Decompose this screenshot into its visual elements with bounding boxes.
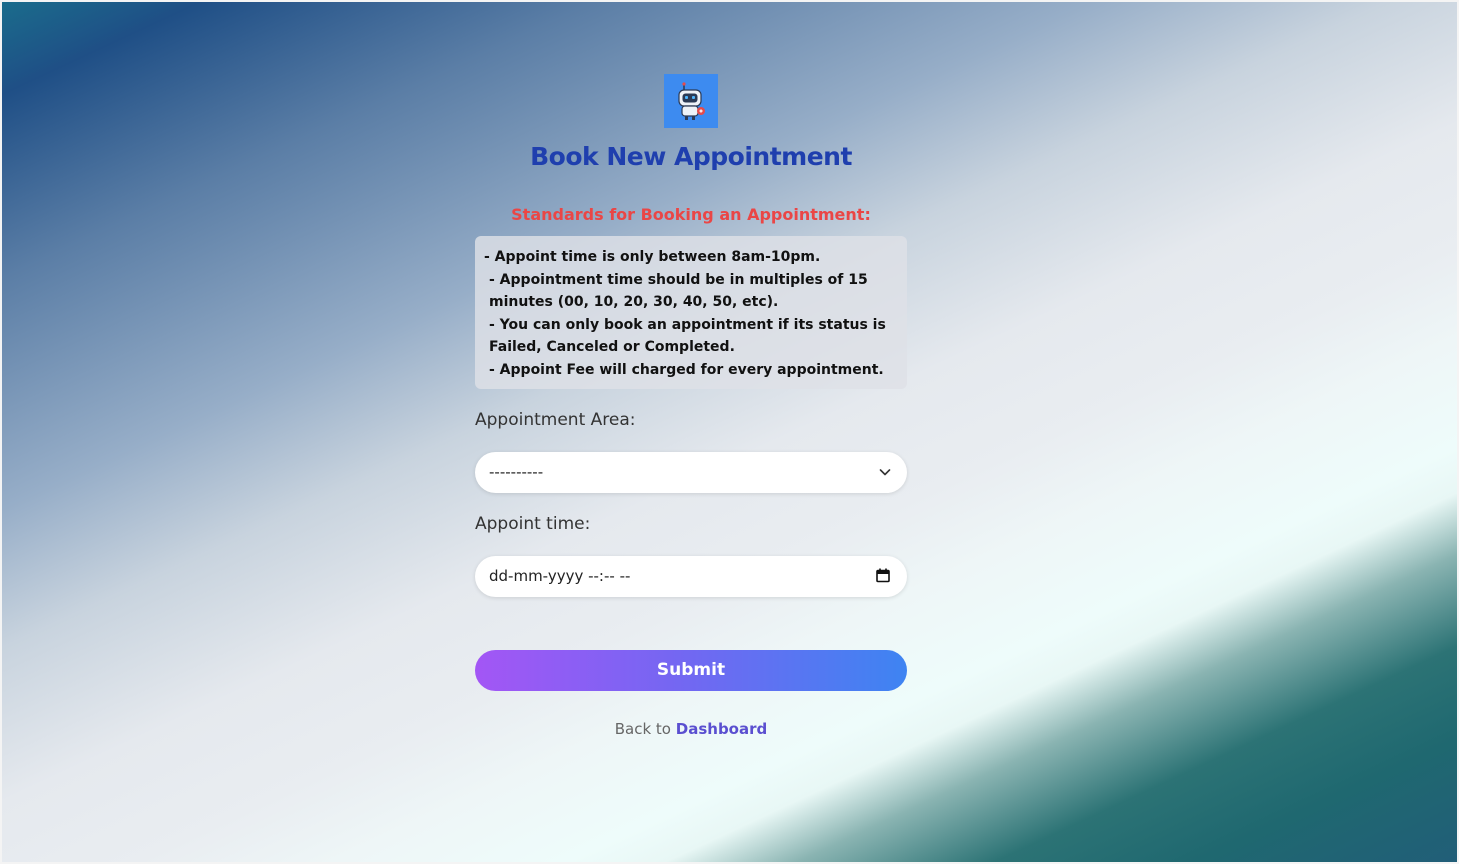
rule-line: - Appoint time is only between 8am-10pm.	[484, 249, 821, 265]
appointment-area-label: Appointment Area:	[475, 410, 636, 430]
appoint-time-placeholder: dd-mm-yyyy --:-- --	[489, 567, 631, 585]
appointment-area-value: ----------	[489, 463, 544, 481]
robot-doctor-icon	[664, 74, 718, 128]
page-title: Book New Appointment	[530, 142, 852, 171]
back-prefix-text: Back to	[614, 720, 671, 738]
appointment-area-select[interactable]: ----------	[475, 452, 907, 493]
submit-button[interactable]: Submit	[475, 650, 907, 691]
rule-line: - Appoint Fee will charged for every app…	[489, 361, 884, 378]
standards-heading: Standards for Booking an Appointment:	[511, 205, 871, 224]
rule-line: - You can only book an appointment if it…	[489, 316, 886, 333]
appoint-time-input[interactable]: dd-mm-yyyy --:-- --	[475, 556, 907, 597]
dashboard-link[interactable]: Dashboard	[676, 720, 767, 738]
back-to-dashboard: Back to Dashboard	[475, 720, 907, 738]
rule-line: Failed, Canceled or Completed.	[489, 339, 735, 355]
booking-rules-box: - Appoint time is only between 8am-10pm.…	[475, 236, 907, 389]
calendar-icon[interactable]	[876, 568, 890, 583]
page-background: Book New Appointment Standards for Booki…	[0, 0, 1459, 864]
appoint-time-label: Appoint time:	[475, 514, 591, 534]
rule-line: - Appointment time should be in multiple…	[489, 271, 868, 288]
chevron-down-icon	[879, 469, 891, 476]
rule-line: minutes (00, 10, 20, 30, 40, 50, etc).	[489, 294, 779, 310]
